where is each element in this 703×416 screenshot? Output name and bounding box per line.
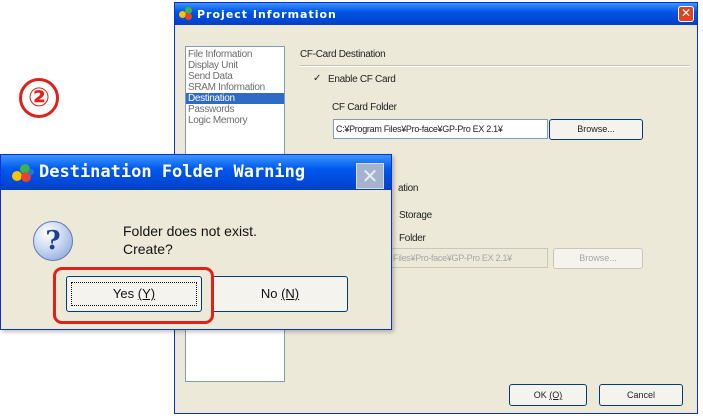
folder2-label: Folder	[399, 233, 426, 244]
cancel-button[interactable]: Cancel	[599, 384, 683, 406]
no-mnemonic: (N)	[281, 286, 300, 301]
group-divider	[300, 65, 690, 67]
no-label: No	[260, 286, 282, 301]
no-button[interactable]: No (N)	[212, 276, 348, 312]
close-icon[interactable]: ✕	[356, 163, 384, 189]
ok-button[interactable]: OK (O)	[509, 384, 587, 406]
ok-mnemonic: (O)	[549, 390, 563, 400]
question-icon: ?	[33, 221, 73, 261]
nav-item-passwords[interactable]: Passwords	[186, 104, 284, 115]
cf-card-destination-label: CF-Card Destination	[300, 49, 386, 60]
app-icon	[12, 164, 34, 182]
enable-cf-card-checkbox[interactable]: ✓	[313, 74, 323, 84]
browse-button[interactable]: Browse...	[549, 119, 643, 140]
browse2-button[interactable]: Browse...	[553, 248, 643, 269]
cf-card-folder-label: CF Card Folder	[332, 102, 397, 113]
section2-label: ation	[398, 183, 419, 194]
yes-button-highlight	[53, 267, 214, 324]
warning-message-line2: Create?	[123, 241, 173, 257]
nav-item-display-unit[interactable]: Display Unit	[186, 60, 284, 71]
warning-title: Destination Folder Warning	[39, 162, 306, 182]
project-information-titlebar[interactable]: Project Information	[175, 3, 697, 25]
close-icon[interactable]: ✕	[678, 6, 694, 22]
step-number-badge: ②	[19, 78, 59, 118]
storage-label: Storage	[399, 210, 432, 221]
folder2-input[interactable]: Files¥Pro-face¥GP-Pro EX 2.1¥	[390, 248, 548, 268]
nav-item-sram-information[interactable]: SRAM Information	[186, 82, 284, 93]
nav-item-send-data[interactable]: Send Data	[186, 71, 284, 82]
nav-item-logic-memory[interactable]: Logic Memory	[186, 115, 284, 126]
warning-titlebar[interactable]: Destination Folder Warning ✕	[1, 155, 391, 190]
app-icon	[179, 7, 193, 21]
warning-message-line1: Folder does not exist.	[123, 223, 257, 239]
ok-label: OK	[533, 390, 547, 400]
cf-card-folder-input[interactable]: C:¥Program Files¥Pro-face¥GP-Pro EX 2.1¥	[333, 119, 548, 139]
nav-item-destination[interactable]: Destination	[186, 93, 284, 104]
nav-item-file-information[interactable]: File Information	[186, 49, 284, 60]
enable-cf-card-label: Enable CF Card	[328, 74, 396, 85]
project-information-title: Project Information	[197, 7, 337, 21]
